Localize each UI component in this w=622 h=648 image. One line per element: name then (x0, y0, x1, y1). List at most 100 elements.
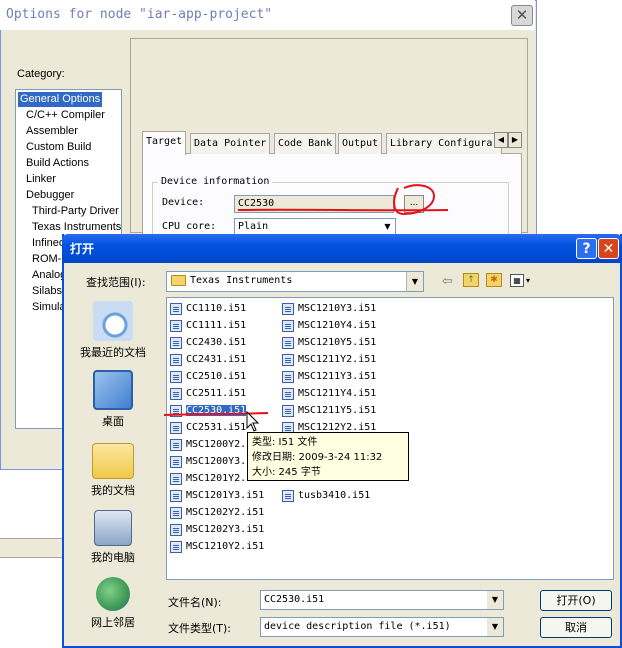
file-item[interactable]: MSC1211Y2.i51 (281, 352, 376, 368)
file-item[interactable]: MSC1201Y2. (169, 471, 246, 487)
category-label: Category: (17, 68, 65, 80)
category-item-third-party-driver[interactable]: Third-Party Driver (30, 204, 121, 219)
file-item[interactable]: MSC1210Y3.i51 (281, 301, 376, 317)
category-item-silabs[interactable]: Silabs (30, 284, 64, 299)
file-item[interactable]: MSC1201Y3.i51 (169, 488, 264, 504)
i51-file-icon (170, 371, 182, 383)
category-item-linker[interactable]: Linker (24, 172, 58, 187)
place-recent-documents[interactable]: 我最近的文档 (66, 301, 160, 360)
network-icon (96, 577, 130, 611)
options-close-button[interactable]: ✕ (511, 5, 533, 26)
file-item[interactable]: CC2431.i51 (169, 352, 246, 368)
file-item[interactable]: CC2511.i51 (169, 386, 246, 402)
file-name-input[interactable]: CC2530.i51 (260, 590, 504, 610)
chevron-down-icon[interactable]: ▼ (406, 272, 423, 291)
views-caret-icon[interactable]: ▾ (526, 276, 530, 285)
i51-file-icon (170, 354, 182, 366)
tab-code-bank[interactable]: Code Bank (274, 133, 337, 154)
cpu-core-label: CPU core: (162, 221, 217, 232)
tab-data-pointer[interactable]: Data Pointer (190, 133, 271, 154)
views-menu-icon[interactable]: ▦ (510, 274, 524, 287)
file-item[interactable]: CC2531.i51 (169, 420, 246, 436)
category-item-build-actions[interactable]: Build Actions (24, 156, 91, 171)
folder-icon (171, 275, 186, 286)
open-dialog-title: 打开 (70, 242, 95, 256)
up-folder-icon[interactable]: ↑ (463, 273, 479, 287)
tooltip-modified: 修改日期: 2009-3-24 11:32 (252, 452, 383, 463)
cancel-button[interactable]: 取消 (540, 617, 612, 638)
tooltip-type: 类型: I51 文件 (252, 437, 318, 448)
place-network[interactable]: 网上邻居 (66, 571, 160, 630)
chevron-down-icon[interactable]: ▼ (380, 219, 395, 235)
i51-file-icon (282, 371, 294, 383)
new-folder-icon[interactable]: ✱ (486, 273, 502, 287)
i51-file-icon (170, 388, 182, 400)
open-dialog-title-bar[interactable] (62, 234, 622, 263)
places-bar: 我最近的文档 桌面 我的文档 我的电脑 网上邻居 (66, 293, 160, 637)
file-item[interactable]: MSC1200Y2. (169, 437, 246, 453)
look-in-value: Texas Instruments (190, 275, 293, 286)
tab-output[interactable]: Output (338, 133, 383, 154)
category-item-debugger[interactable]: Debugger (24, 188, 76, 203)
file-item[interactable]: CC1111.i51 (169, 318, 246, 334)
file-item[interactable]: MSC1202Y2.i51 (169, 505, 264, 521)
category-item-texas-instruments[interactable]: Texas Instruments (30, 220, 121, 235)
file-item[interactable]: MSC1211Y3.i51 (281, 369, 376, 385)
chevron-down-icon[interactable]: ▼ (487, 591, 503, 609)
device-browse-button[interactable]: ... (404, 195, 424, 213)
file-item[interactable]: MSC1211Y5.i51 (281, 403, 376, 419)
open-button[interactable]: 打开(O) (540, 590, 612, 611)
place-label: 我的电脑 (91, 551, 135, 564)
i51-file-icon (282, 354, 294, 366)
place-label: 我最近的文档 (80, 346, 146, 359)
i51-file-icon (282, 337, 294, 349)
place-label: 网上邻居 (91, 616, 135, 629)
i51-file-icon (170, 337, 182, 349)
tab-target[interactable]: Target (142, 131, 187, 155)
i51-file-icon (170, 405, 182, 417)
i51-file-icon (170, 490, 182, 502)
file-item[interactable]: MSC1202Y3.i51 (169, 522, 264, 538)
file-item[interactable]: MSC1210Y2.i51 (169, 539, 264, 555)
place-label: 我的文档 (91, 484, 135, 497)
file-item[interactable]: tusb3410.i51 (281, 488, 370, 504)
chevron-down-icon[interactable]: ▼ (487, 618, 503, 636)
file-type-select[interactable]: device description file (*.i51) (260, 617, 504, 637)
i51-file-icon (282, 303, 294, 315)
category-item-general-options[interactable]: General Options (18, 92, 103, 107)
file-name-label: 文件名(N): (168, 596, 222, 609)
i51-file-icon (170, 456, 182, 468)
file-item[interactable]: CC2510.i51 (169, 369, 246, 385)
category-item-c-compiler[interactable]: C/C++ Compiler (24, 108, 107, 123)
tab-library-configuration[interactable]: Library Configura (386, 133, 502, 154)
i51-file-icon (170, 303, 182, 315)
help-button[interactable]: ? (576, 238, 597, 259)
i51-file-icon (282, 490, 294, 502)
file-item[interactable]: CC2430.i51 (169, 335, 246, 351)
my-documents-icon (92, 443, 134, 479)
tab-scroll-right-button[interactable]: ▶ (508, 132, 522, 148)
file-type-label: 文件类型(T): (168, 622, 232, 635)
device-label: Device: (162, 197, 205, 208)
device-field[interactable]: CC2530 (234, 195, 394, 213)
file-item[interactable]: MSC1200Y3. (169, 454, 246, 470)
category-item-custom-build[interactable]: Custom Build (24, 140, 93, 155)
close-button[interactable]: ✕ (598, 238, 619, 259)
file-item-selected[interactable]: CC2530.i51 (169, 403, 247, 419)
file-item[interactable]: MSC1210Y4.i51 (281, 318, 376, 334)
i51-file-icon (170, 473, 182, 485)
file-item[interactable]: CC1110.i51 (169, 301, 246, 317)
i51-file-icon (282, 320, 294, 332)
place-my-documents[interactable]: 我的文档 (66, 437, 160, 498)
i51-file-icon (170, 524, 182, 536)
place-desktop[interactable]: 桌面 (66, 370, 160, 429)
category-item-assembler[interactable]: Assembler (24, 124, 80, 139)
look-in-label: 查找范围(I): (86, 276, 146, 289)
place-my-computer[interactable]: 我的电脑 (66, 504, 160, 565)
back-icon[interactable]: ⇦ (442, 274, 453, 289)
i51-file-icon (282, 388, 294, 400)
tab-scroll-left-button[interactable]: ◀ (494, 132, 508, 148)
options-lower-strip (0, 538, 68, 558)
file-item[interactable]: MSC1210Y5.i51 (281, 335, 376, 351)
file-item[interactable]: MSC1211Y4.i51 (281, 386, 376, 402)
